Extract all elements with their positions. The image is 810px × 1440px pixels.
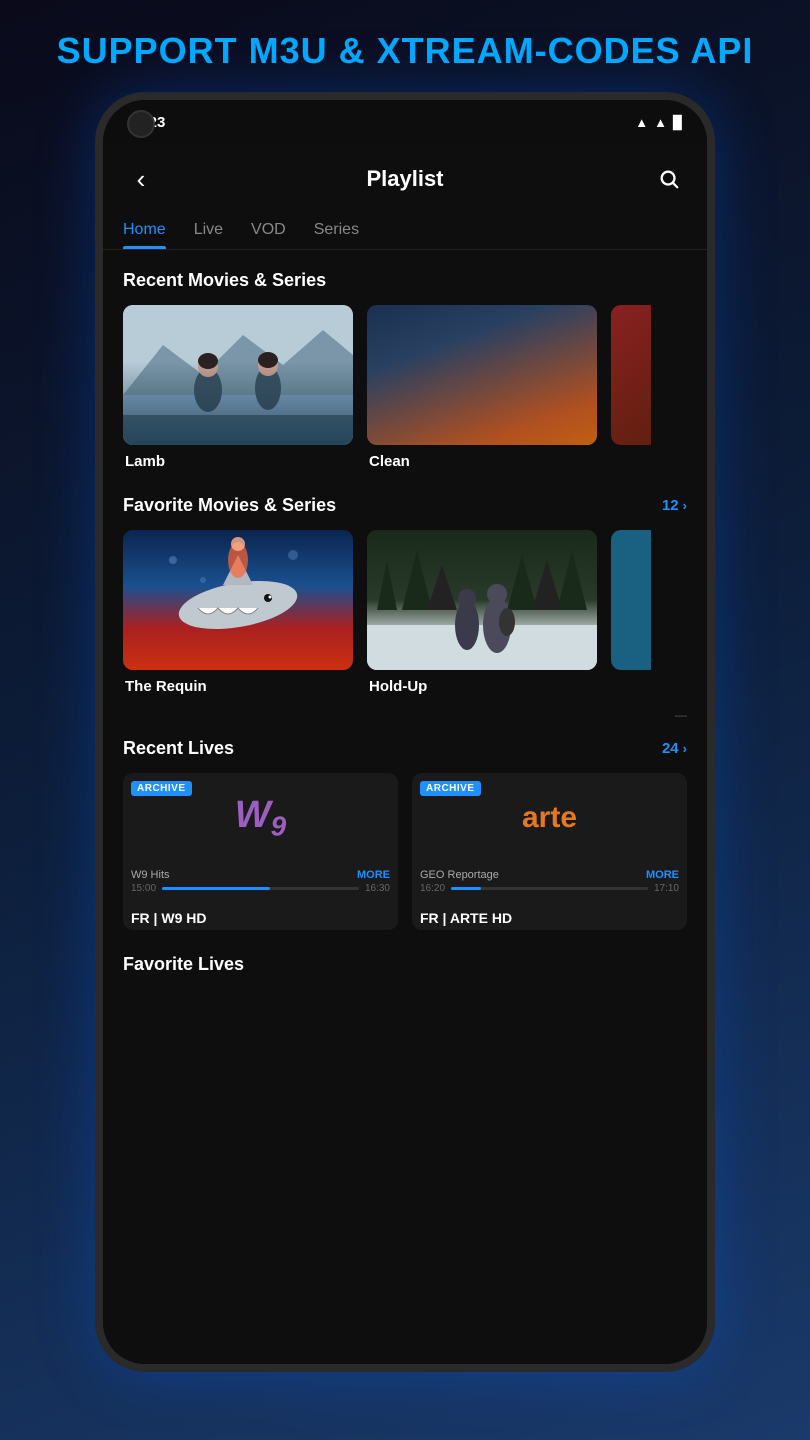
favorite-lives-section: Favorite Lives	[103, 938, 707, 997]
arte-end-time: 17:10	[654, 883, 679, 894]
w9-start-time: 15:00	[131, 883, 156, 894]
status-icons: ▲ ▲ ▉	[635, 115, 683, 131]
favorite-movies-section: Favorite Movies & Series 12 ›	[103, 479, 707, 704]
wifi-icon: ▲	[635, 115, 648, 130]
movie-thumb-partial-1	[611, 305, 651, 445]
movie-thumb-partial-2	[611, 530, 651, 670]
recent-movies-row: Lamb	[123, 305, 687, 471]
signal-icon: ▲	[654, 115, 667, 130]
w9-time-row: 15:00 16:30	[131, 883, 390, 894]
requin-scene	[123, 530, 353, 670]
back-button[interactable]: ‹	[123, 161, 159, 197]
movie-card-partial-1	[611, 305, 651, 471]
arte-start-time: 16:20	[420, 883, 445, 894]
clean-scene	[367, 305, 597, 445]
recent-lives-title: Recent Lives	[123, 738, 234, 759]
w9-show-name: W9 Hits	[131, 869, 170, 881]
movie-thumb-clean	[367, 305, 597, 445]
arte-channel-name: FR | ARTE HD	[412, 902, 687, 930]
recent-lives-count[interactable]: 24 ›	[662, 740, 687, 757]
navigation-tabs: Home Live VOD Series	[103, 213, 707, 250]
app-bar: ‹ Playlist	[103, 145, 707, 213]
arte-logo: arte	[522, 801, 577, 835]
holdup-scene	[367, 530, 597, 670]
movie-thumb-lamb	[123, 305, 353, 445]
search-button[interactable]	[651, 161, 687, 197]
movie-card-clean[interactable]: Clean	[367, 305, 597, 471]
movie-thumb-requin	[123, 530, 353, 670]
search-icon	[658, 168, 680, 190]
arte-progress-fill	[451, 887, 481, 890]
chevron-right-icon-lives: ›	[683, 741, 687, 756]
recent-movies-section: Recent Movies & Series	[103, 254, 707, 479]
tab-live[interactable]: Live	[194, 213, 223, 249]
phone-frame: 16:23 ▲ ▲ ▉ ‹ Playlist Home	[95, 92, 715, 1372]
battery-icon: ▉	[673, 115, 683, 131]
tab-vod[interactable]: VOD	[251, 213, 286, 249]
movie-card-holdup[interactable]: Hold-Up	[367, 530, 597, 696]
movie-card-lamb[interactable]: Lamb	[123, 305, 353, 471]
movie-title-holdup: Hold-Up	[367, 678, 429, 695]
w9-end-time: 16:30	[365, 883, 390, 894]
movie-title-clean: Clean	[367, 453, 412, 470]
w9-more-btn[interactable]: MORE	[357, 869, 390, 881]
archive-badge-arte: ARCHIVE	[420, 781, 481, 796]
recent-lives-section: Recent Lives 24 › ARCHIVE W9	[103, 722, 707, 938]
banner-title: SUPPORT M3U & XTREAM-CODES API	[20, 30, 790, 72]
w9-progress-fill	[162, 887, 270, 890]
archive-badge-w9: ARCHIVE	[131, 781, 192, 796]
top-banner: SUPPORT M3U & XTREAM-CODES API	[0, 0, 810, 92]
tab-home[interactable]: Home	[123, 213, 166, 249]
status-bar: 16:23 ▲ ▲ ▉	[103, 100, 707, 145]
screen: ‹ Playlist Home Live VOD Series	[103, 145, 707, 1364]
arte-time-row: 16:20 17:10	[420, 883, 679, 894]
live-card-w9-inner: ARCHIVE W9	[123, 773, 398, 863]
live-channels-row: ARCHIVE W9 W9 Hits MORE 15:00	[123, 773, 687, 930]
recent-movies-header: Recent Movies & Series	[123, 270, 687, 291]
arte-live-info: GEO Reportage MORE 16:20 17:10	[412, 863, 687, 902]
w9-show-row: W9 Hits MORE	[131, 869, 390, 881]
lamb-scene	[123, 305, 353, 445]
w9-progress-bar	[162, 887, 359, 890]
movie-title-requin: The Requin	[123, 678, 209, 695]
live-card-arte-inner: ARCHIVE arte	[412, 773, 687, 863]
camera-notch	[127, 110, 155, 138]
recent-movies-title: Recent Movies & Series	[123, 270, 326, 291]
movie-title-lamb: Lamb	[123, 453, 167, 470]
live-card-w9[interactable]: ARCHIVE W9 W9 Hits MORE 15:00	[123, 773, 398, 930]
movie-card-requin[interactable]: The Requin	[123, 530, 353, 696]
movie-card-partial-2	[611, 530, 651, 696]
live-card-arte[interactable]: ARCHIVE arte GEO Reportage MORE 16:20	[412, 773, 687, 930]
w9-channel-name: FR | W9 HD	[123, 902, 398, 930]
chevron-right-icon: ›	[683, 498, 687, 513]
page-title: Playlist	[366, 166, 443, 192]
w9-logo: W9	[235, 794, 286, 843]
tab-series[interactable]: Series	[314, 213, 359, 249]
favorite-movies-count[interactable]: 12 ›	[662, 497, 687, 514]
arte-show-row: GEO Reportage MORE	[420, 869, 679, 881]
recent-lives-header: Recent Lives 24 ›	[123, 738, 687, 759]
arte-progress-bar	[451, 887, 648, 890]
favorite-lives-header: Favorite Lives	[123, 954, 687, 975]
back-icon: ‹	[137, 164, 146, 195]
w9-live-info: W9 Hits MORE 15:00 16:30	[123, 863, 398, 902]
favorite-movies-row: The Requin	[123, 530, 687, 696]
movie-thumb-holdup	[367, 530, 597, 670]
scroll-indicator: —	[103, 704, 707, 722]
arte-show-name: GEO Reportage	[420, 869, 499, 881]
favorite-movies-title: Favorite Movies & Series	[123, 495, 336, 516]
favorite-movies-header: Favorite Movies & Series 12 ›	[123, 495, 687, 516]
arte-more-btn[interactable]: MORE	[646, 869, 679, 881]
favorite-lives-title: Favorite Lives	[123, 954, 244, 975]
